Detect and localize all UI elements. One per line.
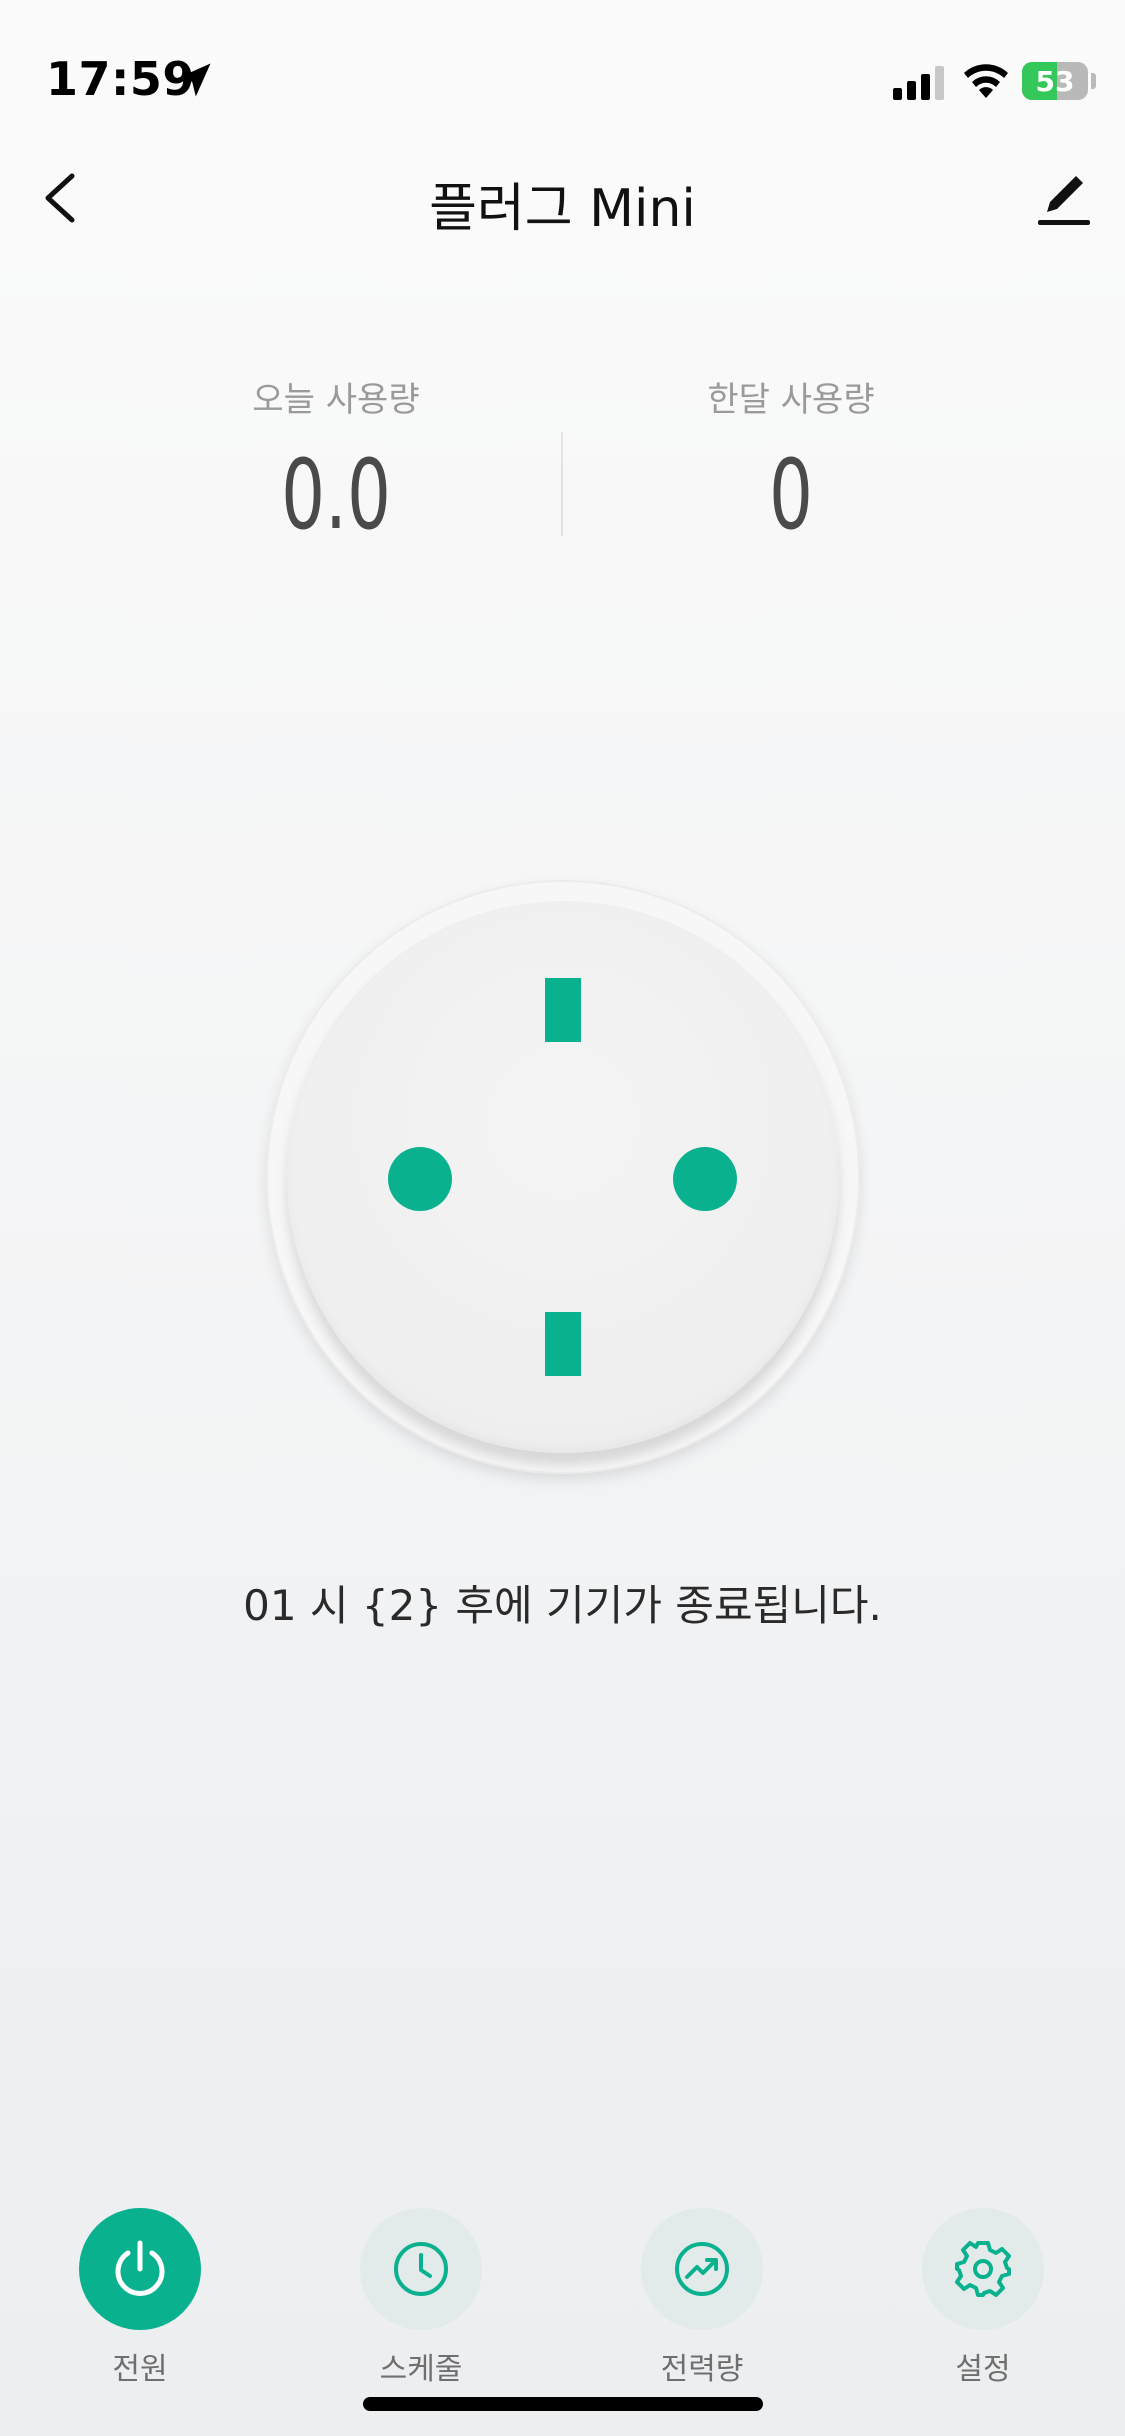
tab-power-button[interactable] xyxy=(79,2208,201,2330)
battery-percentage: 53 xyxy=(1035,64,1075,98)
page-title: 플러그 Mini xyxy=(429,179,696,239)
power-icon xyxy=(115,2240,165,2296)
month-usage-label: 한달 사용량 xyxy=(707,380,875,420)
pencil-icon[interactable] xyxy=(1036,166,1092,228)
today-usage-value: 0.0 xyxy=(281,439,391,551)
status-bar: 17:59 53 xyxy=(0,0,1125,140)
tab-schedule[interactable]: 스케줄 xyxy=(331,2208,511,2388)
tab-energy-button[interactable] xyxy=(641,2208,763,2330)
tab-settings-button[interactable] xyxy=(922,2208,1044,2330)
timer-message: 01 시 {2} 후에 기기가 종료됩니다. xyxy=(243,1581,882,1630)
tab-power[interactable]: 전원 xyxy=(50,2208,230,2388)
wifi-icon xyxy=(964,64,1008,98)
tab-schedule-label: 스케줄 xyxy=(379,2352,463,2387)
clock-icon xyxy=(394,2242,448,2296)
usage-divider xyxy=(561,432,563,536)
today-usage: 오늘 사용량 0.0 xyxy=(136,372,536,543)
socket-pin-top xyxy=(545,978,581,1042)
gear-icon xyxy=(955,2241,1011,2297)
home-indicator xyxy=(363,2397,763,2411)
tab-power-label: 전원 xyxy=(112,2352,168,2387)
cellular-signal-icon xyxy=(893,66,944,100)
tab-settings[interactable]: 설정 xyxy=(893,2208,1073,2388)
socket-pin-right xyxy=(673,1147,737,1211)
socket-pin-bottom xyxy=(545,1312,581,1376)
tab-energy[interactable]: 전력량 xyxy=(612,2208,792,2388)
battery-cap xyxy=(1091,73,1096,89)
battery-charging-icon: 53 xyxy=(1022,62,1088,100)
trend-chart-icon xyxy=(675,2242,729,2296)
tab-energy-label: 전력량 xyxy=(660,2352,744,2387)
socket-pin-left xyxy=(388,1147,452,1211)
tab-settings-label: 설정 xyxy=(955,2352,1011,2387)
today-usage-label: 오늘 사용량 xyxy=(252,380,420,420)
tab-schedule-button[interactable] xyxy=(360,2208,482,2330)
month-usage: 한달 사용량 0 xyxy=(591,372,991,543)
month-usage-value: 0 xyxy=(769,439,813,551)
location-arrow-icon xyxy=(177,63,211,97)
